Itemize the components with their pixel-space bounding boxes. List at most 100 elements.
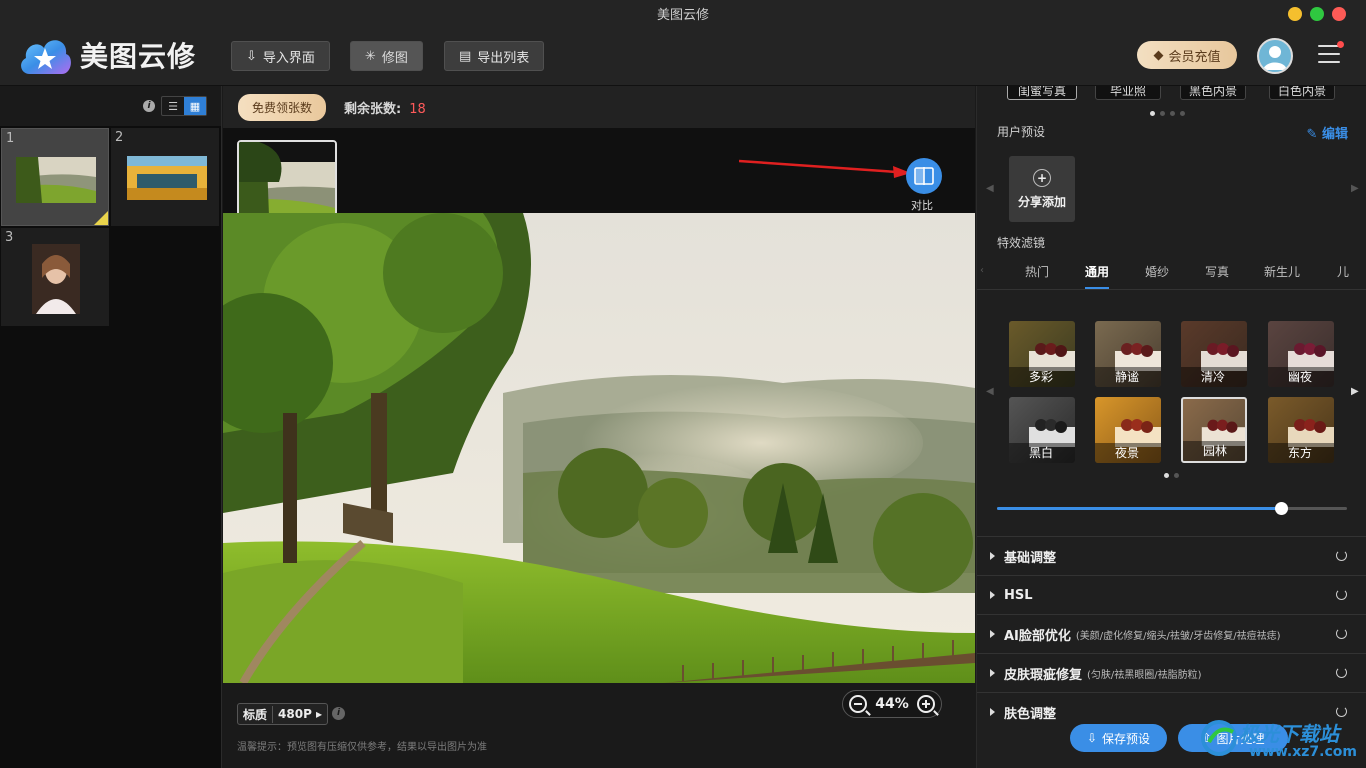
filter-label: 黑白 [1009,443,1075,463]
filter-tile[interactable]: 东方 [1268,397,1334,463]
tab-children[interactable]: 儿 [1337,263,1349,280]
info-icon[interactable]: i [143,100,155,112]
share-add-button[interactable]: + 分享添加 [1009,156,1075,222]
menu-button[interactable] [1318,41,1344,65]
reset-icon[interactable] [1336,628,1347,639]
filter-label: 东方 [1268,443,1334,463]
reset-icon[interactable] [1336,589,1347,600]
section-basic-adjust[interactable]: 基础调整 [977,536,1366,575]
quality-selector[interactable]: 标质 480P ▸ [237,703,329,725]
active-tab-indicator [1085,287,1109,289]
reset-icon[interactable] [1336,667,1347,678]
brand-name: 美图云修 [80,40,197,73]
preview-tip: 温馨提示：预览图有压缩仅供参考，结果以导出图片为准 [237,742,487,753]
section-title: AI脸部优化 [1004,628,1071,644]
section-hsl[interactable]: HSL [977,575,1366,614]
zoom-in-icon[interactable] [916,695,935,713]
selected-corner-badge [94,211,108,225]
filter-label: 多彩 [1009,367,1075,387]
compare-button[interactable] [906,158,942,194]
compare-icon [914,167,934,185]
filter-tile[interactable]: 静谧 [1095,321,1161,387]
thumbnail-item[interactable]: 2 [111,128,219,226]
maximize-button[interactable] [1310,7,1324,21]
minimize-button[interactable] [1288,7,1302,21]
info-icon[interactable]: i [332,707,345,720]
thumbnail-panel: i ☰ ▦ 1 2 3 [0,86,222,768]
preset-carousel: 闺蜜写真 毕业照 黑色内景 白色内景 [977,86,1366,106]
view-tools: i ☰ ▦ [0,86,221,126]
user-icon [1263,46,1287,70]
tab-wedding[interactable]: 婚纱 [1145,263,1169,280]
chevron-left-icon[interactable]: ◀ [986,183,994,194]
filter-tile[interactable]: 夜景 [1095,397,1161,463]
vip-label: 会员充值 [1168,49,1221,65]
watermark-url: www.xz7.com [1249,744,1357,760]
tab-portrait[interactable]: 写真 [1205,263,1229,280]
tab-newborn[interactable]: 新生儿 [1264,263,1300,280]
filter-tile-selected[interactable]: 园林 [1181,397,1247,463]
zoom-out-icon[interactable] [849,695,867,713]
import-label: 导入界面 [262,50,315,66]
section-subtitle: (美颜/虚化修复/缩头/祛皱/牙齿修复/祛痘祛痣) [1075,630,1281,642]
filter-tile[interactable]: 多彩 [1009,321,1075,387]
chevron-right-icon [990,552,995,560]
filter-pager [1164,473,1179,478]
free-count-button[interactable]: 免费领张数 [238,93,327,121]
filter-strength-slider[interactable] [997,502,1347,515]
preset-chip[interactable]: 白色内景 [1269,86,1335,100]
tab-general[interactable]: 通用 [1085,263,1109,280]
thumbnail-item[interactable]: 3 [1,228,109,326]
zoom-control: 44% [842,690,942,718]
filter-label: 清冷 [1181,367,1247,387]
zoom-level: 44% [875,696,909,712]
avatar[interactable] [1257,38,1293,74]
filter-tile[interactable]: 清冷 [1181,321,1247,387]
thumbnail-number: 3 [5,230,14,245]
thumbnail-number: 1 [6,131,15,146]
tab-hot[interactable]: 热门 [1025,263,1049,280]
list-icon: ▤ [459,48,472,64]
export-list-button[interactable]: ▤ 导出列表 [444,41,545,71]
chevron-right-icon[interactable]: ▶ [1351,386,1359,397]
preset-chip[interactable]: 毕业照 [1095,86,1161,100]
edit-label: 编辑 [1321,127,1348,142]
quota-bar: 免费领张数 剩余张数: 18 [223,86,975,128]
save-preset-label: 保存预设 [1102,731,1151,746]
vip-recharge-button[interactable]: ◆ 会员充值 [1137,41,1237,69]
section-ai-face[interactable]: AI脸部优化 (美颜/虚化修复/缩头/祛皱/牙齿修复/祛痘祛痣) [977,614,1366,653]
grid-view-button[interactable]: ▦ [184,97,206,115]
chevron-left-icon[interactable]: ‹ [980,265,984,276]
chevron-right-icon [990,630,995,638]
edit-preset-link[interactable]: ✎ 编辑 [1307,123,1348,142]
thumbnail-item[interactable]: 1 [1,128,109,226]
chevron-right-icon[interactable]: ▶ [1351,183,1359,194]
plus-icon: + [1033,168,1051,187]
export-label: 导出列表 [477,50,530,66]
brand-logo: 美图云修 [18,34,196,76]
app-window: 美图云修 美图云修 ⇩ 导入界面 ✳ 修图 ▤ 导出列表 ◆ 会员充值 i ☰ … [0,0,1366,768]
diamond-icon: ◆ [1153,47,1164,63]
chevron-left-icon[interactable]: ◀ [986,386,994,397]
slider-handle[interactable] [1274,502,1288,515]
preset-chip[interactable]: 闺蜜写真 [1007,86,1077,100]
list-view-button[interactable]: ☰ [162,97,184,115]
section-skin-repair[interactable]: 皮肤瑕疵修复 (匀肤/祛黑眼圈/祛脂肪粒) [977,653,1366,692]
close-button[interactable] [1332,7,1346,21]
filter-tile[interactable]: 黑白 [1009,397,1075,463]
reset-icon[interactable] [1336,550,1347,561]
main-photo[interactable] [223,213,975,683]
remaining-number: 18 [409,101,426,117]
adjust-panel: 闺蜜写真 毕业照 黑色内景 白色内景 用户预设 ✎ 编辑 ◀ + 分享添加 ▶ … [976,86,1366,768]
canvas-footer: 标质 480P ▸ i 温馨提示：预览图有压缩仅供参考，结果以导出图片为准 44… [223,683,975,768]
import-button[interactable]: ⇩ 导入界面 [231,41,330,71]
save-preset-button[interactable]: ⇩ 保存预设 [1070,724,1167,752]
thumbnail-image [127,156,207,200]
editor-main: 免费领张数 剩余张数: 18 对比 标质 480P ▸ i 温馨提示：预览图有压… [223,86,975,768]
preset-chip[interactable]: 黑色内景 [1180,86,1246,100]
filter-label: 幽夜 [1268,367,1334,387]
sparkle-icon: ✳ [365,48,376,64]
download-icon: ⇩ [1086,731,1098,745]
retouch-button[interactable]: ✳ 修图 [350,41,423,71]
filter-tile[interactable]: 幽夜 [1268,321,1334,387]
